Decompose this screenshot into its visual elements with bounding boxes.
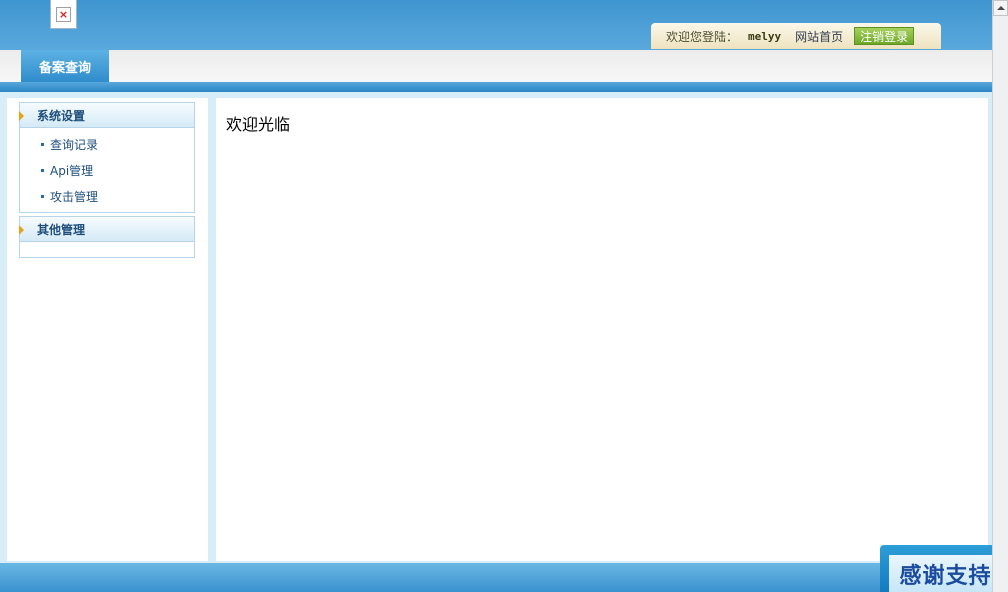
broken-image-icon: × (50, 0, 77, 29)
square-bullet-icon (41, 194, 44, 198)
scroll-up-button[interactable] (993, 0, 1008, 16)
user-bar: 欢迎您登陆： melyy 网站首页 注销登录 (651, 23, 941, 49)
menu-item-api-management[interactable]: Api管理 (20, 157, 194, 183)
logout-button[interactable]: 注销登录 (854, 27, 915, 45)
menu-item-query-records[interactable]: 查询记录 (20, 131, 194, 157)
triangle-right-icon (19, 111, 24, 121)
menu-item-attack-management[interactable]: 攻击管理 (20, 183, 194, 209)
menu-items: 查询记录 Api管理 攻击管理 (20, 128, 194, 212)
header-band (0, 82, 992, 92)
menu-group-other-management: 其他管理 (19, 216, 195, 258)
menu-group-system-settings: 系统设置 查询记录 Api管理 攻击管理 (19, 102, 195, 213)
support-badge-label: 感谢支持 (889, 555, 1002, 592)
square-bullet-icon (41, 142, 44, 146)
support-badge[interactable]: 感谢支持 (880, 545, 1008, 592)
main-area: 系统设置 查询记录 Api管理 攻击管理 其他管理 欢迎光临 (0, 92, 992, 563)
menu-title: 其他管理 (37, 222, 86, 237)
menu-header-other-management[interactable]: 其他管理 (19, 217, 194, 242)
welcome-text: 欢迎光临 (226, 115, 291, 134)
vertical-scrollbar[interactable] (992, 0, 1008, 592)
tab-row: 备案查询 (0, 50, 992, 83)
footer-bar (0, 563, 992, 592)
menu-title: 系统设置 (37, 108, 86, 123)
menu-item-label: 攻击管理 (50, 189, 99, 204)
square-bullet-icon (41, 168, 44, 172)
menu-item-label: 查询记录 (50, 137, 99, 152)
home-link[interactable]: 网站首页 (795, 28, 843, 45)
triangle-right-icon (19, 225, 24, 235)
top-header: × 欢迎您登陆： melyy 网站首页 注销登录 (0, 0, 992, 50)
tab-record-query[interactable]: 备案查询 (21, 50, 109, 82)
scroll-up-arrow-icon (996, 6, 1005, 10)
welcome-label: 欢迎您登陆： (666, 29, 739, 44)
menu-item-label: Api管理 (50, 163, 94, 178)
menu-header-system-settings[interactable]: 系统设置 (19, 103, 194, 128)
username: melyy (748, 29, 782, 43)
content-panel: 欢迎光临 (216, 98, 988, 561)
sidebar: 系统设置 查询记录 Api管理 攻击管理 其他管理 (7, 98, 208, 561)
broken-image-x-icon: × (56, 6, 71, 22)
menu-items-empty (20, 242, 194, 257)
